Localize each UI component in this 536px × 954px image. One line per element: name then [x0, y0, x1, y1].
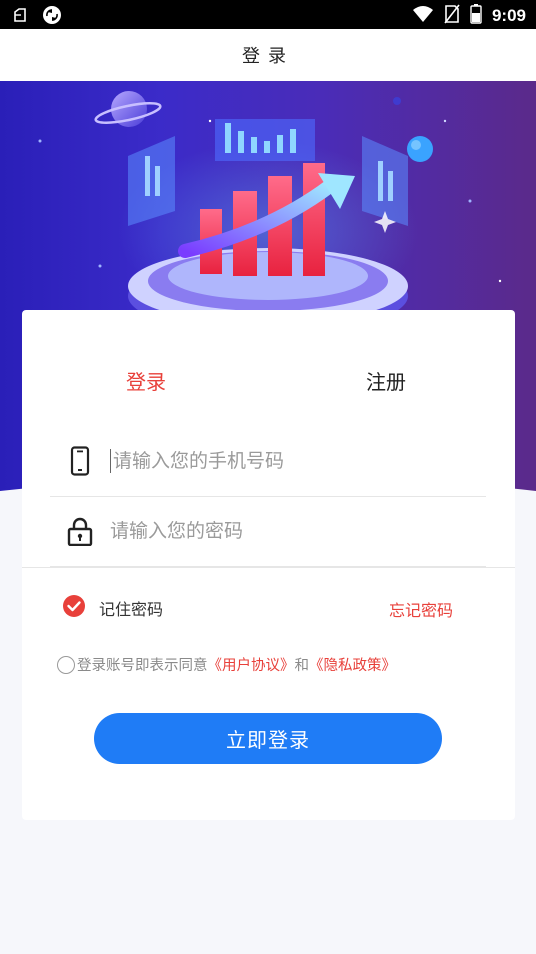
agreement-row: 登录账号即表示同意 《用户协议》 和 《隐私政策》 [57, 654, 396, 675]
notification-icon [12, 7, 28, 27]
login-button[interactable]: 立即登录 [94, 713, 442, 764]
title-bar: 登录 [0, 29, 536, 81]
text-cursor [110, 449, 111, 473]
agreement-text: 登录账号即表示同意 [77, 658, 208, 674]
agreement-radio[interactable] [57, 655, 75, 674]
battery-icon [470, 4, 482, 28]
status-time: 9:09 [491, 6, 526, 25]
login-card: 登录 注册 记住密码 忘记密码 登录账号即表示同意 《用户协议》 和 《隐私政策… [22, 310, 515, 820]
agreement-conjunction: 和 [294, 658, 310, 674]
status-bar: 9:09 [0, 0, 536, 29]
password-field [50, 496, 486, 567]
tab-login[interactable]: 登录 [126, 366, 166, 395]
user-agreement-link[interactable]: 《用户协议》 [208, 654, 295, 675]
checked-circle-icon[interactable] [62, 594, 86, 622]
divider [22, 567, 515, 568]
phone-icon [50, 446, 110, 476]
tab-register[interactable]: 注册 [366, 366, 406, 395]
privacy-policy-link[interactable]: 《隐私政策》 [309, 654, 396, 675]
phone-field [50, 426, 486, 497]
no-sim-icon [444, 4, 460, 28]
lock-icon [50, 516, 110, 546]
remember-label: 记住密码 [99, 600, 164, 619]
password-input[interactable] [110, 520, 450, 542]
remember-password[interactable]: 记住密码 [62, 594, 163, 622]
sync-icon [42, 5, 62, 29]
page-title: 登录 [242, 46, 294, 67]
forgot-password-link[interactable]: 忘记密码 [389, 597, 453, 621]
phone-input[interactable] [113, 450, 453, 472]
wifi-icon [412, 5, 434, 27]
